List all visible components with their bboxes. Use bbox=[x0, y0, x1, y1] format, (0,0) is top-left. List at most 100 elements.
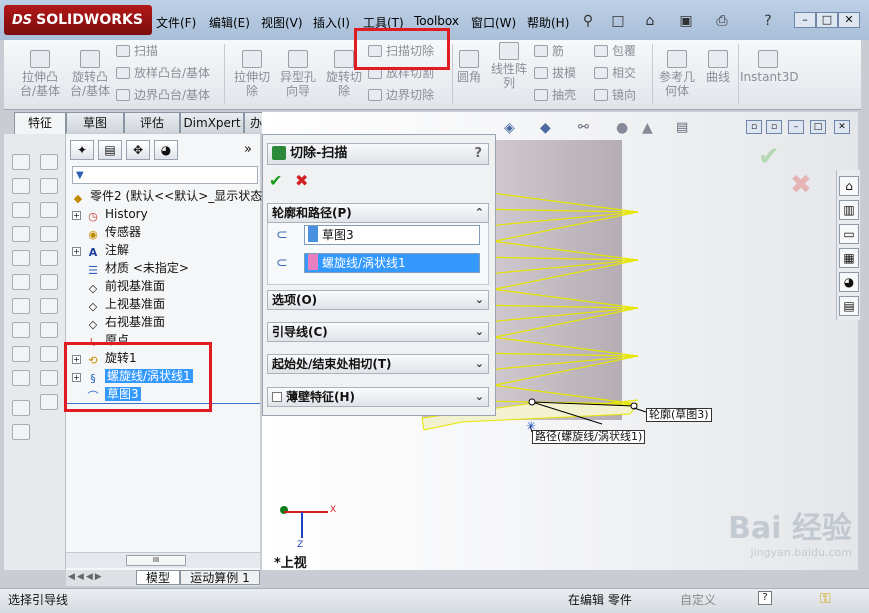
tab-model[interactable]: 模型 bbox=[136, 570, 180, 585]
feature-icon[interactable] bbox=[12, 202, 30, 218]
featuremanager-tab-icon[interactable]: ✦ bbox=[70, 140, 94, 160]
tree-item-right-plane[interactable]: ◇ 右视基准面 bbox=[66, 313, 260, 331]
custom-properties-icon[interactable]: ▤ bbox=[839, 296, 859, 316]
graphics-tile-button[interactable]: ▫ bbox=[766, 120, 782, 134]
tab-features[interactable]: 特征 bbox=[14, 112, 66, 134]
view-orientation-icon[interactable]: ◈ bbox=[504, 120, 515, 136]
hole-wizard-button[interactable]: 异型孔向导 bbox=[276, 50, 320, 98]
solidworks-logo[interactable]: DS SOLIDWORKS bbox=[4, 5, 152, 35]
file-explorer-icon[interactable]: ▭ bbox=[839, 224, 859, 244]
group-options[interactable]: 选项(O) ⌄ bbox=[267, 290, 489, 310]
view-settings-icon[interactable]: ▤ bbox=[676, 120, 688, 135]
tree-item-sensors[interactable]: ◉ 传感器 bbox=[66, 223, 260, 241]
feature-icon[interactable] bbox=[40, 298, 58, 314]
graphics-minimize-button[interactable]: – bbox=[788, 120, 804, 134]
hide-show-icon[interactable]: ⚯ bbox=[578, 120, 589, 135]
group-thin-feature[interactable]: 薄壁特征(H) ⌄ bbox=[267, 387, 489, 407]
appearance-icon[interactable]: ● bbox=[616, 120, 628, 136]
tab-dimxpert[interactable]: DimXpert bbox=[180, 112, 244, 133]
mirror-button[interactable]: 镜向 bbox=[594, 86, 636, 104]
scroll-thumb[interactable]: III bbox=[126, 555, 186, 566]
profile-callout[interactable]: 轮廓(草图3) bbox=[646, 408, 712, 422]
confirm-corner-ok-icon[interactable]: ✔ bbox=[758, 142, 780, 172]
linear-pattern-button[interactable]: 线性阵列 bbox=[488, 42, 530, 90]
shell-button[interactable]: 抽壳 bbox=[534, 86, 576, 104]
graphics-maximize-button[interactable]: □ bbox=[810, 120, 826, 134]
loft-boss-button[interactable]: 放样凸台/基体 bbox=[116, 64, 210, 82]
expand-icon[interactable]: + bbox=[72, 211, 81, 220]
tab-sketch[interactable]: 草图 bbox=[66, 112, 124, 133]
feature-icon[interactable] bbox=[40, 154, 58, 170]
feature-icon[interactable] bbox=[40, 370, 58, 386]
tree-item-annotations[interactable]: + A 注解 bbox=[66, 241, 260, 259]
print-icon[interactable]: ⎙ bbox=[712, 12, 732, 30]
expand-icon[interactable]: + bbox=[72, 247, 81, 256]
expand-icon[interactable]: ⌄ bbox=[475, 388, 484, 406]
help-status-icon[interactable]: ? bbox=[758, 591, 772, 605]
draft-button[interactable]: 拔模 bbox=[534, 64, 576, 82]
feature-icon[interactable] bbox=[12, 370, 30, 386]
boundary-boss-button[interactable]: 边界凸台/基体 bbox=[116, 86, 210, 104]
extrude-cut-button[interactable]: 拉伸切除 bbox=[230, 50, 274, 98]
menu-toolbox[interactable]: Toolbox bbox=[414, 14, 459, 28]
feature-icon[interactable] bbox=[40, 250, 58, 266]
feature-icon[interactable] bbox=[12, 250, 30, 266]
feature-icon[interactable] bbox=[12, 178, 30, 194]
pm-ok-button[interactable]: ✔ bbox=[269, 171, 282, 190]
appearances-icon[interactable]: ◕ bbox=[839, 272, 859, 292]
feature-icon[interactable] bbox=[40, 346, 58, 362]
scene-icon[interactable]: ▲ bbox=[642, 120, 653, 136]
confirm-corner-cancel-icon[interactable]: ✖ bbox=[790, 170, 812, 200]
expand-panel-icon[interactable]: » bbox=[244, 142, 252, 157]
feature-icon[interactable] bbox=[12, 346, 30, 362]
display-style-icon[interactable]: ◆ bbox=[540, 120, 551, 136]
feature-icon[interactable] bbox=[40, 322, 58, 338]
feature-icon[interactable] bbox=[40, 202, 58, 218]
propertymanager-tab-icon[interactable]: ▤ bbox=[98, 140, 122, 160]
fillet-button[interactable]: 圆角 bbox=[454, 50, 484, 84]
feature-icon[interactable] bbox=[40, 226, 58, 242]
display-manager-tab-icon[interactable]: ◕ bbox=[154, 140, 178, 160]
rib-button[interactable]: 筋 bbox=[534, 42, 564, 60]
status-units[interactable]: 自定义 bbox=[680, 591, 716, 609]
feature-icon[interactable] bbox=[12, 154, 30, 170]
tab-evaluate[interactable]: 评估 bbox=[124, 112, 180, 133]
revolve-boss-button[interactable]: 旋转凸台/基体 bbox=[66, 50, 114, 98]
menu-view[interactable]: 视图(V) bbox=[261, 14, 303, 31]
rebuild-icon[interactable]: ⚿ bbox=[820, 590, 831, 608]
tab-motion-study[interactable]: 运动算例 1 bbox=[180, 570, 260, 585]
path-callout[interactable]: 路径(螺旋线/涡状线1) bbox=[532, 430, 646, 444]
menu-help[interactable]: 帮助(H) bbox=[527, 14, 569, 31]
boundary-cut-button[interactable]: 边界切除 bbox=[368, 86, 434, 104]
close-button[interactable]: ✕ bbox=[838, 12, 860, 28]
maximize-button[interactable]: □ bbox=[816, 12, 838, 28]
feature-icon[interactable] bbox=[12, 322, 30, 338]
tree-root[interactable]: ◆ 零件2 (默认<<默认>_显示状态 bbox=[66, 187, 263, 205]
group-start-end-tangency[interactable]: 起始处/结束处相切(T) ⌄ bbox=[267, 354, 489, 374]
design-library-icon[interactable]: ▥ bbox=[839, 200, 859, 220]
tree-horizontal-scrollbar[interactable]: III bbox=[66, 552, 260, 568]
feature-icon[interactable] bbox=[12, 274, 30, 290]
path-field[interactable]: 螺旋线/涡状线1 bbox=[304, 253, 480, 273]
feature-icon[interactable] bbox=[40, 178, 58, 194]
menu-edit[interactable]: 编辑(E) bbox=[209, 14, 250, 31]
feature-icon[interactable] bbox=[12, 298, 30, 314]
feature-icon[interactable] bbox=[40, 394, 58, 410]
minimize-button[interactable]: – bbox=[794, 12, 816, 28]
intersect-button[interactable]: 相交 bbox=[594, 64, 636, 82]
collapse-icon[interactable]: ⌃ bbox=[475, 204, 484, 222]
pin-icon[interactable]: ⚲ bbox=[578, 12, 598, 30]
expand-icon[interactable]: ⌄ bbox=[475, 291, 484, 309]
expand-icon[interactable]: ⌄ bbox=[475, 355, 484, 373]
curves-button[interactable]: 曲线 bbox=[702, 50, 734, 84]
graphics-restore-button[interactable]: ▫ bbox=[746, 120, 762, 134]
tree-item-history[interactable]: + ◷ History bbox=[66, 205, 260, 223]
wrap-button[interactable]: 包覆 bbox=[594, 42, 636, 60]
expand-icon[interactable]: ⌄ bbox=[475, 323, 484, 341]
nav-arrows-icon[interactable]: ◀◀◀▶ bbox=[68, 572, 104, 582]
home-icon[interactable]: ⌂ bbox=[839, 176, 859, 196]
thin-feature-checkbox[interactable] bbox=[272, 392, 282, 402]
menu-window[interactable]: 窗口(W) bbox=[471, 14, 516, 31]
view-palette-icon[interactable]: ▦ bbox=[839, 248, 859, 268]
tree-item-material[interactable]: ☰ 材质 <未指定> bbox=[66, 259, 260, 277]
